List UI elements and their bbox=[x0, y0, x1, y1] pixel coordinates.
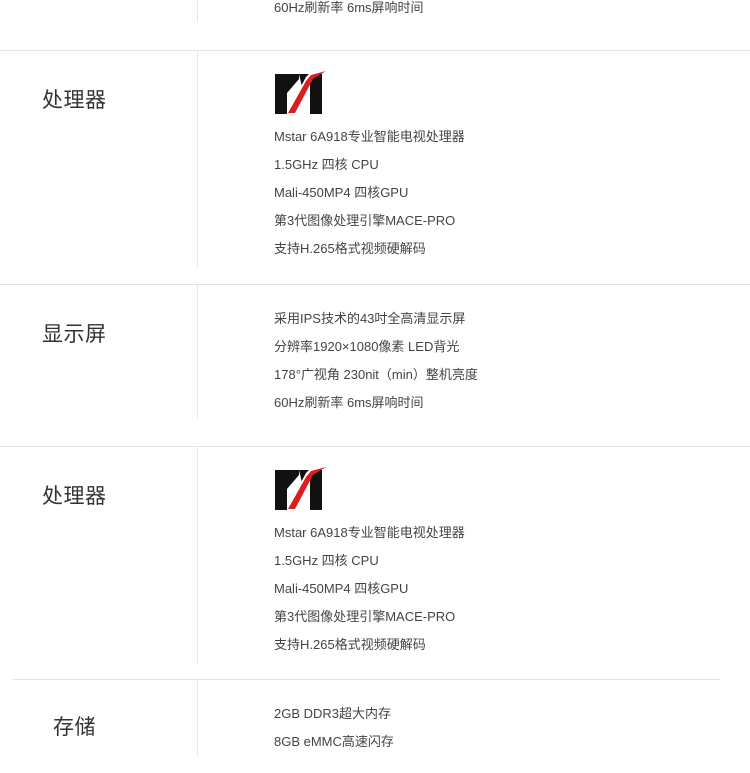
section-display: 显示屏 采用IPS技术的43吋全高清显示屏 分辨率1920×1080像素 LED… bbox=[0, 285, 750, 446]
section-label: 存储 bbox=[53, 716, 96, 739]
spec-line: 178°广视角 230nit（min）整机亮度 bbox=[274, 367, 478, 382]
spec-line: Mstar 6A918专业智能电视处理器 bbox=[274, 525, 465, 540]
section-processor: 处理器 Mstar 6A918专业智能电视处理器 1.5GHz 四核 CPU M… bbox=[0, 51, 750, 284]
section-storage: 存储 2GB DDR3超大内存 8GB eMMC高速闪存 bbox=[0, 680, 750, 773]
spec-line: 1.5GHz 四核 CPU bbox=[274, 157, 379, 172]
spec-line: 8GB eMMC高速闪存 bbox=[274, 734, 394, 749]
section-content: 2GB DDR3超大内存 8GB eMMC高速闪存 bbox=[274, 700, 394, 756]
section-label: 显示屏 bbox=[42, 323, 107, 346]
section-content: Mstar 6A918专业智能电视处理器 1.5GHz 四核 CPU Mali-… bbox=[274, 465, 465, 659]
spec-line: 分辨率1920×1080像素 LED背光 bbox=[274, 339, 460, 354]
spec-line: 采用IPS技术的43吋全高清显示屏 bbox=[274, 311, 466, 326]
vertical-divider bbox=[197, 51, 198, 267]
spec-line: 第3代图像处理引擎MACE-PRO bbox=[274, 213, 456, 228]
spec-line: 2GB DDR3超大内存 bbox=[274, 706, 392, 721]
mstar-logo-icon bbox=[275, 465, 328, 510]
section-label: 处理器 bbox=[42, 485, 107, 508]
section-content: 采用IPS技术的43吋全高清显示屏 分辨率1920×1080像素 LED背光 1… bbox=[274, 305, 478, 417]
mstar-logo-icon bbox=[275, 69, 328, 114]
spec-line: 支持H.265格式视频硬解码 bbox=[274, 241, 426, 256]
vertical-divider bbox=[197, 447, 198, 664]
section-label: 处理器 bbox=[42, 89, 107, 112]
spec-line: 第3代图像处理引擎MACE-PRO bbox=[274, 609, 456, 624]
section-top-fragment: 60Hz刷新率 6ms屏响时间 bbox=[0, 0, 750, 50]
spec-line: 60Hz刷新率 6ms屏响时间 bbox=[274, 395, 424, 410]
spec-line: Mstar 6A918专业智能电视处理器 bbox=[274, 129, 465, 144]
spec-line: 支持H.265格式视频硬解码 bbox=[274, 637, 426, 652]
spec-line: 1.5GHz 四核 CPU bbox=[274, 553, 379, 568]
spec-line: 60Hz刷新率 6ms屏响时间 bbox=[274, 0, 424, 15]
section-content: Mstar 6A918专业智能电视处理器 1.5GHz 四核 CPU Mali-… bbox=[274, 69, 465, 263]
section-content: 60Hz刷新率 6ms屏响时间 bbox=[274, 0, 424, 22]
spec-line: Mali-450MP4 四核GPU bbox=[274, 185, 409, 200]
vertical-divider bbox=[197, 285, 198, 418]
vertical-divider bbox=[197, 680, 198, 756]
vertical-divider bbox=[197, 0, 198, 22]
section-processor: 处理器 Mstar 6A918专业智能电视处理器 1.5GHz 四核 CPU M… bbox=[0, 447, 750, 679]
spec-line: Mali-450MP4 四核GPU bbox=[274, 581, 409, 596]
